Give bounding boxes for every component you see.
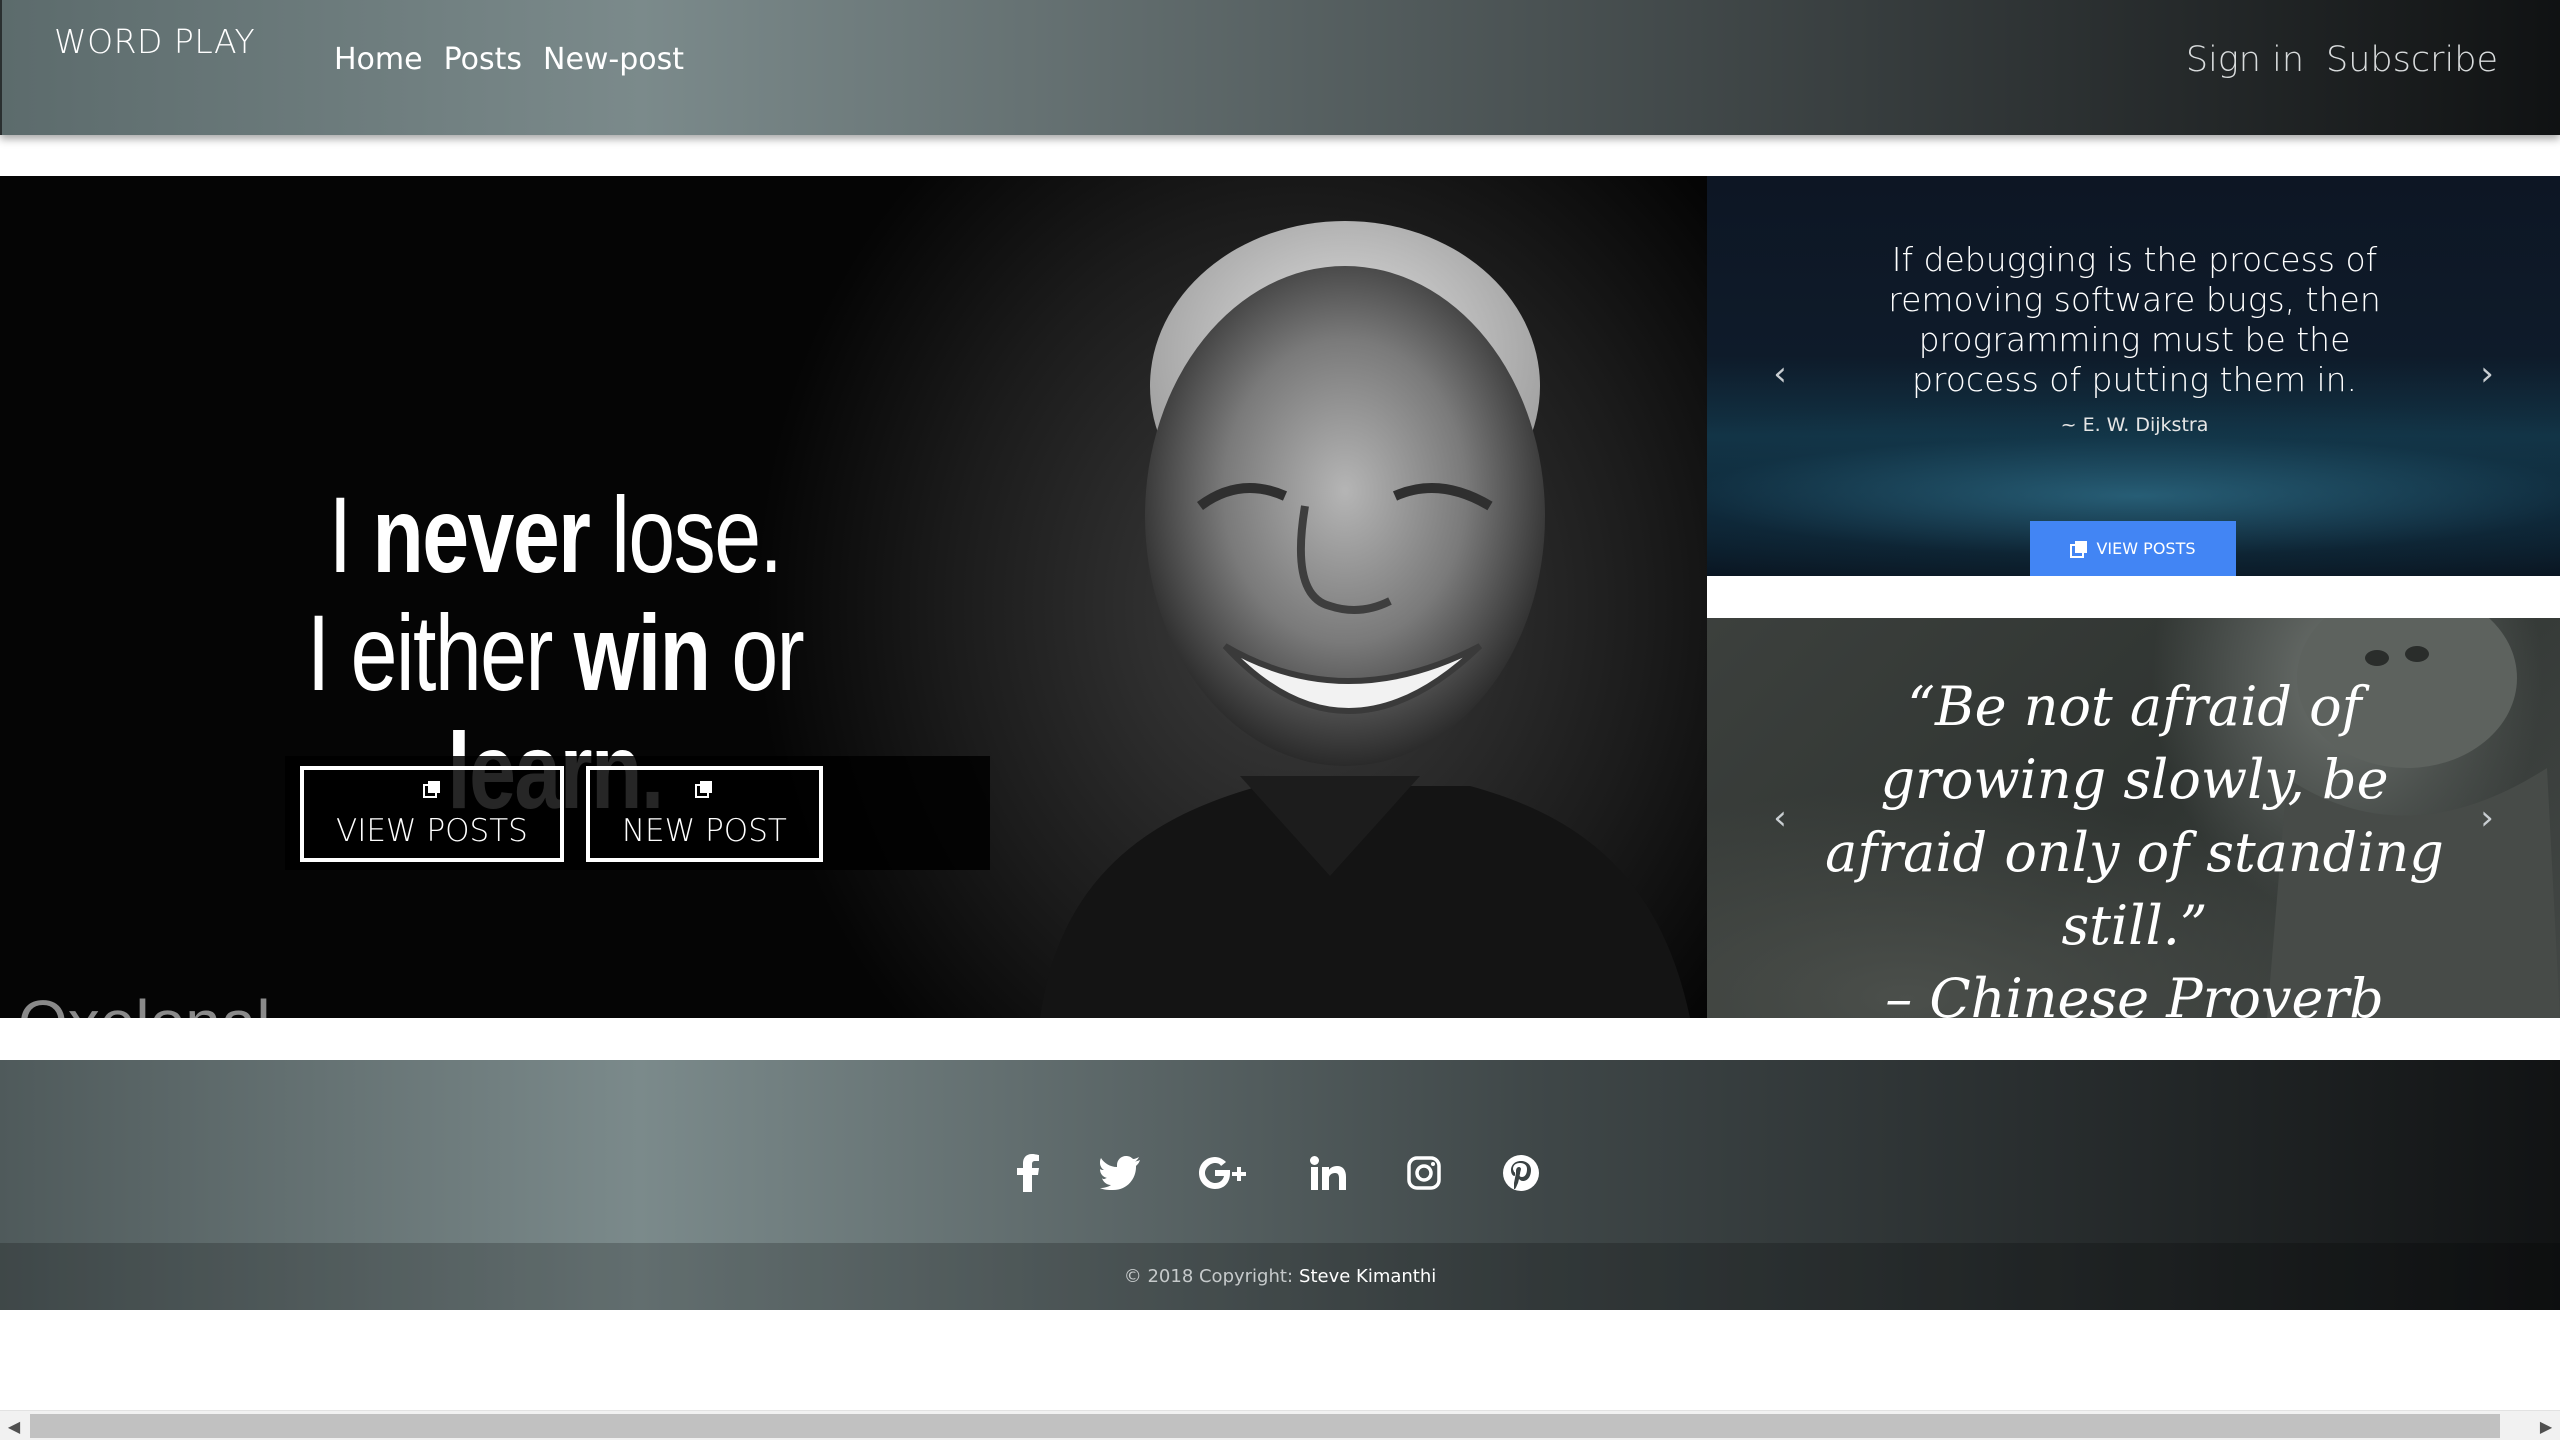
nav-links: Home Posts New-post (334, 42, 684, 77)
chevron-left-icon: ‹ (1773, 798, 1787, 838)
brand-logo[interactable]: WORD PLAY (54, 22, 255, 61)
subscribe-link[interactable]: Subscribe (2326, 40, 2498, 80)
dijkstra-quote: If debugging is the process of removing … (1888, 240, 2381, 399)
linkedin-icon (1310, 1156, 1346, 1190)
nav-link-home[interactable]: Home (334, 42, 423, 77)
navbar: WORD PLAY Home Posts New-post Sign in Su… (0, 0, 2560, 135)
google-plus-link[interactable] (1196, 1145, 1252, 1201)
carousel-view-posts-label: VIEW POSTS (2096, 539, 2196, 558)
copyright-bar: © 2018 Copyright: Steve Kimanthi (0, 1243, 2560, 1310)
new-post-label: NEW POST (621, 813, 787, 849)
chevron-right-icon: › (2480, 798, 2494, 838)
copyright-author-link[interactable]: Steve Kimanthi (1299, 1266, 1436, 1287)
carousel-prev-button[interactable]: ‹ (1765, 798, 1795, 838)
proverb-author: – Chinese Proverb (1885, 967, 2384, 1018)
nav-link-new-post[interactable]: New-post (543, 42, 684, 77)
google-plus-icon (1199, 1157, 1246, 1189)
facebook-icon (1017, 1154, 1039, 1192)
copy-icon (422, 781, 440, 798)
hero-quote-line-1: I never lose. (328, 474, 783, 595)
nav-link-posts[interactable]: Posts (444, 42, 522, 77)
pinterest-link[interactable] (1493, 1145, 1549, 1201)
twitter-icon (1100, 1156, 1140, 1190)
scrollbar-thumb[interactable] (30, 1414, 2500, 1438)
view-posts-button[interactable]: VIEW POSTS (300, 766, 564, 862)
pinterest-icon (1503, 1155, 1539, 1191)
linkedin-link[interactable] (1300, 1145, 1356, 1201)
view-posts-label: VIEW POSTS (336, 813, 528, 849)
carousel-next-button[interactable]: › (2472, 354, 2502, 394)
quote-carousel-top: ‹ › If debugging is the process of remov… (1707, 176, 2560, 576)
nav-auth-links: Sign in Subscribe (2186, 40, 2498, 80)
facebook-link[interactable] (1000, 1145, 1056, 1201)
proverb-quote: “Be not afraid of growing slowly, be afr… (1797, 670, 2472, 1018)
triangle-right-icon: ▶ (2539, 1416, 2553, 1436)
hero-watermark: Oxelonal (18, 986, 271, 1018)
new-post-button[interactable]: NEW POST (585, 766, 823, 862)
twitter-link[interactable] (1092, 1145, 1148, 1201)
copy-icon (695, 781, 713, 798)
proverb-text: “Be not afraid of growing slowly, be afr… (1825, 675, 2444, 957)
instagram-link[interactable] (1396, 1145, 1452, 1201)
instagram-icon (1407, 1156, 1441, 1190)
portrait-image (1040, 221, 1690, 1018)
horizontal-scrollbar[interactable]: ◀ ▶ (0, 1410, 2560, 1440)
triangle-left-icon: ◀ (7, 1416, 21, 1436)
quote-author: ~ E. W. Dijkstra (2060, 414, 2209, 436)
hero-buttons: VIEW POSTS NEW POST (300, 766, 823, 862)
carousel-prev-button[interactable]: ‹ (1765, 354, 1795, 394)
scroll-left-button[interactable]: ◀ (2, 1413, 26, 1439)
copy-icon (2070, 540, 2088, 558)
carousel-next-button[interactable]: › (2472, 798, 2502, 838)
scroll-right-button[interactable]: ▶ (2534, 1413, 2558, 1439)
quote-carousel-bottom: ‹ › “Be not afraid of growing slowly, be… (1707, 618, 2560, 1018)
hero-banner: I never lose. I either win or learn. VIE… (0, 176, 1707, 1018)
chevron-left-icon: ‹ (1773, 354, 1787, 394)
social-links (1000, 1145, 1560, 1205)
sign-in-link[interactable]: Sign in (2186, 40, 2304, 80)
chevron-right-icon: › (2480, 354, 2494, 394)
copyright-text: © 2018 Copyright: (1123, 1266, 1294, 1287)
footer: © 2018 Copyright: Steve Kimanthi (0, 1060, 2560, 1310)
carousel-view-posts-button[interactable]: VIEW POSTS (2030, 521, 2236, 576)
